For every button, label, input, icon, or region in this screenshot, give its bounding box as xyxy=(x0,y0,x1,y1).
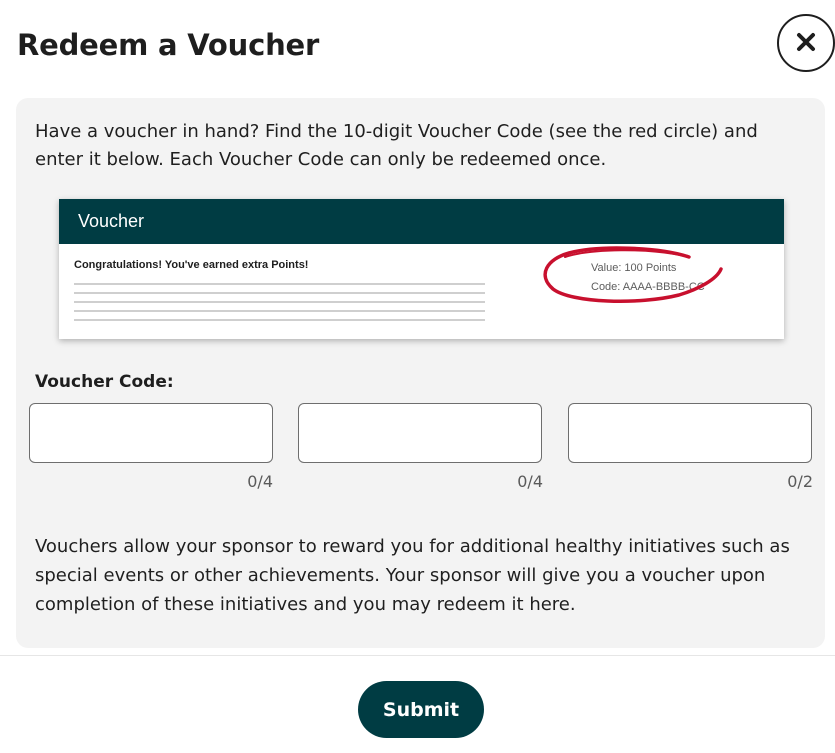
voucher-example-congrats: Congratulations! You've earned extra Poi… xyxy=(74,259,309,271)
voucher-code-label: Voucher Code: xyxy=(35,372,174,392)
intro-text: Have a voucher in hand? Find the 10-digi… xyxy=(35,121,758,170)
footer-divider xyxy=(0,655,835,656)
placeholder-line xyxy=(74,301,485,303)
placeholder-line xyxy=(74,292,485,294)
voucher-example-image: Voucher Congratulations! You've earned e… xyxy=(59,199,784,339)
submit-button[interactable]: Submit xyxy=(358,681,484,738)
voucher-code-field-2[interactable] xyxy=(298,403,542,463)
voucher-example-lines xyxy=(74,283,485,328)
info-text: Vouchers allow your sponsor to reward yo… xyxy=(35,536,790,615)
voucher-code-field-3[interactable] xyxy=(568,403,812,463)
voucher-code-field-1[interactable] xyxy=(29,403,273,463)
close-icon xyxy=(794,30,818,57)
char-counter-2: 0/4 xyxy=(517,472,543,491)
dialog-title: Redeem a Voucher xyxy=(17,28,320,62)
placeholder-line xyxy=(74,283,485,285)
red-circle-highlight xyxy=(543,246,723,303)
placeholder-line xyxy=(74,319,485,321)
content-panel: Have a voucher in hand? Find the 10-digi… xyxy=(16,98,825,648)
char-counter-1: 0/4 xyxy=(247,472,273,491)
close-button[interactable] xyxy=(777,14,835,72)
placeholder-line xyxy=(74,310,485,312)
char-counter-3: 0/2 xyxy=(787,472,813,491)
voucher-example-header: Voucher xyxy=(59,199,784,244)
